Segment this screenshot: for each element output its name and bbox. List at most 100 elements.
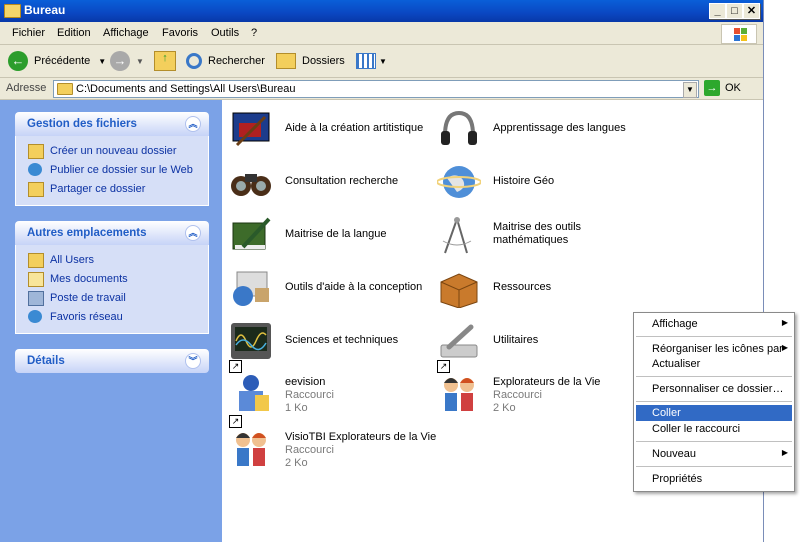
place-all-users[interactable]: All Users — [16, 251, 208, 270]
context-item-reorganiser[interactable]: Réorganiser les icônes par ▶ — [636, 341, 792, 357]
collapse-icon[interactable]: ︽ — [185, 116, 201, 132]
item-type: Raccourci — [285, 389, 334, 401]
file-tasks-panel: Gestion des fichiers ︽ Créer un nouveau … — [15, 112, 209, 206]
other-places-header[interactable]: Autres emplacements ︽ — [15, 221, 209, 245]
details-title: Détails — [27, 355, 65, 367]
menu-affichage[interactable]: Affichage — [103, 27, 149, 39]
folders-button[interactable]: Dossiers — [276, 51, 345, 71]
item-type: Raccourci — [493, 389, 542, 401]
shortcut-arrow-icon: ↗ — [229, 415, 242, 428]
menu-edition[interactable]: Edition — [57, 27, 91, 39]
folders-icon — [276, 53, 296, 69]
forward-button[interactable]: → ▼ — [110, 51, 144, 71]
forward-dropdown-icon[interactable]: ▼ — [136, 57, 144, 66]
context-item-nouveau[interactable]: Nouveau ▶ — [636, 446, 792, 462]
folders-label: Dossiers — [302, 55, 345, 67]
address-input[interactable]: C:\Documents and Settings\All Users\Bure… — [53, 80, 699, 98]
up-folder-icon: ↑ — [154, 51, 176, 71]
task-label: Partager ce dossier — [50, 183, 146, 195]
other-places-title: Autres emplacements — [27, 227, 147, 239]
task-label: Publier ce dossier sur le Web — [50, 164, 193, 176]
shortcut-arrow-icon: ↗ — [229, 360, 242, 373]
context-item-coller-raccourci[interactable]: Coller le raccourci — [636, 421, 792, 437]
menu-favoris[interactable]: Favoris — [162, 27, 198, 39]
title-bar[interactable]: Bureau _ □ ✕ — [0, 0, 763, 22]
search-icon — [186, 53, 202, 69]
context-item-personnaliser[interactable]: Personnaliser ce dossier… — [636, 381, 792, 397]
windows-logo-icon — [721, 24, 757, 44]
item-label: Maitrise de la langue — [285, 228, 387, 240]
menu-separator — [636, 376, 792, 377]
maximize-button[interactable]: □ — [726, 3, 743, 19]
toolbar: ← Précédente ▼ → ▼ ↑ Rechercher Dossiers… — [0, 45, 763, 78]
my-documents-icon — [28, 272, 44, 287]
search-button[interactable]: Rechercher — [186, 51, 265, 71]
item-label: Aide à la création artitistique — [285, 122, 424, 134]
forward-arrow-icon: → — [110, 51, 130, 71]
expand-icon[interactable]: ︾ — [185, 353, 201, 369]
item-size: 2 Ko — [493, 402, 516, 414]
submenu-arrow-icon: ▶ — [781, 343, 788, 352]
task-publish-web[interactable]: Publier ce dossier sur le Web — [16, 161, 208, 180]
menu-item-label: Réorganiser les icônes par — [652, 343, 783, 355]
menu-separator — [636, 336, 792, 337]
go-button[interactable]: → OK — [704, 80, 741, 96]
context-item-actualiser[interactable]: Actualiser — [636, 356, 792, 372]
item-label: Sciences et techniques — [285, 334, 399, 346]
network-globe-icon — [28, 310, 42, 323]
submenu-arrow-icon: ▶ — [781, 448, 788, 457]
item-label: Ressources — [493, 281, 552, 293]
visiotbi-shortcut-icon — [236, 433, 266, 466]
address-value: C:\Documents and Settings\All Users\Bure… — [76, 83, 296, 95]
back-button[interactable]: ← Précédente ▼ — [8, 51, 106, 71]
menu-separator — [636, 401, 792, 402]
task-share-folder[interactable]: Partager ce dossier — [16, 180, 208, 199]
context-item-affichage[interactable]: Affichage ▶ — [636, 316, 792, 332]
place-label: Poste de travail — [50, 292, 126, 304]
address-dropdown-icon[interactable]: ▼ — [683, 82, 697, 98]
views-button[interactable]: ▼ — [356, 51, 387, 71]
search-label: Rechercher — [208, 55, 265, 67]
task-new-folder[interactable]: Créer un nouveau dossier — [16, 142, 208, 161]
item-name: Explorateurs de la Vie — [493, 376, 601, 388]
web-globe-icon — [28, 163, 42, 176]
place-my-computer[interactable]: Poste de travail — [16, 289, 208, 308]
views-dropdown-icon: ▼ — [379, 56, 387, 66]
globe-icon — [437, 166, 481, 198]
go-arrow-icon: → — [704, 80, 720, 96]
details-header[interactable]: Détails ︾ — [15, 349, 209, 373]
views-icon — [356, 53, 376, 69]
share-folder-icon — [28, 182, 44, 197]
item-label: Apprentissage des langues — [493, 122, 626, 134]
menu-item-label: Propriétés — [652, 473, 703, 485]
file-tasks-header[interactable]: Gestion des fichiers ︽ — [15, 112, 209, 136]
minimize-button[interactable]: _ — [709, 3, 726, 19]
back-dropdown-icon[interactable]: ▼ — [98, 57, 106, 66]
new-folder-icon — [28, 144, 44, 159]
up-folder-button[interactable]: ↑ — [154, 51, 176, 71]
place-label: All Users — [50, 254, 95, 266]
item-label: Consultation recherche — [285, 175, 399, 187]
context-menu: Affichage ▶ Réorganiser les icônes par ▶… — [633, 312, 795, 492]
task-pane: Gestion des fichiers ︽ Créer un nouveau … — [0, 100, 222, 542]
compass-icon — [442, 217, 472, 254]
context-item-coller[interactable]: Coller — [636, 405, 792, 421]
eevision-shortcut-icon — [239, 375, 269, 411]
other-places-list: All Users Mes documents Poste de travail… — [15, 245, 209, 334]
menu-help[interactable]: ? — [251, 27, 257, 39]
back-label: Précédente — [34, 55, 91, 67]
menu-fichier[interactable]: Fichier — [12, 27, 45, 39]
folder-icon — [57, 83, 73, 95]
menu-item-label: Actualiser — [652, 358, 701, 370]
binoculars-icon — [231, 174, 271, 196]
close-button[interactable]: ✕ — [743, 3, 760, 19]
explorateurs-shortcut-icon — [444, 378, 474, 411]
context-item-proprietes[interactable]: Propriétés — [636, 471, 792, 487]
window-title: Bureau — [24, 3, 66, 17]
menu-outils[interactable]: Outils — [211, 27, 239, 39]
address-label: Adresse — [6, 82, 47, 94]
item-label: Explorateurs de la Vie Raccourci 2 Ko — [493, 376, 653, 415]
place-network[interactable]: Favoris réseau — [16, 308, 208, 327]
collapse-icon[interactable]: ︽ — [185, 225, 201, 241]
place-my-documents[interactable]: Mes documents — [16, 270, 208, 289]
